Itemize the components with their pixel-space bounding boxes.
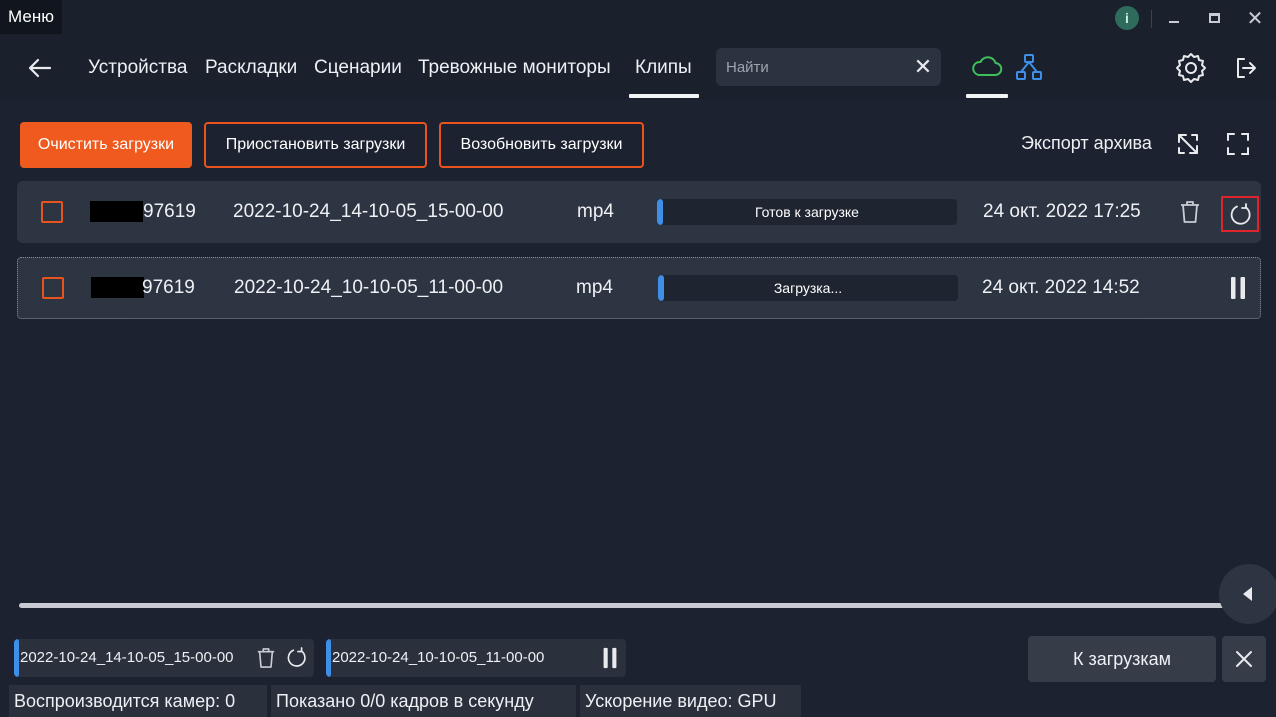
tab-clips[interactable]: Клипы [635, 56, 692, 80]
pause-downloads-button[interactable]: Приостановить загрузки [204, 122, 427, 168]
refresh-icon[interactable] [286, 647, 308, 669]
chip-clip-name: 2022-10-24_14-10-05_15-00-00 [20, 649, 234, 666]
clip-name: 2022-10-24_14-10-05_15-00-00 [233, 201, 504, 222]
fullscreen-icon[interactable] [1226, 132, 1250, 156]
progress-fill [657, 199, 663, 225]
menu-button[interactable]: Меню [0, 0, 62, 34]
tab-devices[interactable]: Устройства [88, 56, 187, 80]
window-controls-divider [1151, 10, 1152, 28]
clip-format: mp4 [577, 201, 614, 222]
clip-date: 24 окт. 2022 17:25 [983, 201, 1141, 222]
retry-highlight [1221, 196, 1259, 232]
download-chip[interactable]: 2022-10-24_14-10-05_15-00-00 [14, 639, 314, 677]
close-panel-button[interactable] [1222, 636, 1266, 682]
status-video-acceleration: Ускорение видео: GPU [580, 685, 801, 717]
clip-row[interactable]: 97619 2022-10-24_14-10-05_15-00-00 mp4 Г… [17, 181, 1261, 243]
status-cameras-playing: Воспроизводится камер: 0 [9, 685, 267, 717]
minimize-icon[interactable] [1162, 6, 1186, 30]
download-progress: Готов к загрузке [657, 199, 957, 225]
pause-icon[interactable] [602, 647, 618, 669]
timeline-scrollbar[interactable] [19, 603, 1229, 608]
network-topology-icon[interactable] [1014, 52, 1044, 82]
download-status: Готов к загрузке [755, 204, 859, 220]
export-archive-icon[interactable] [1176, 132, 1200, 156]
tab-scenarios[interactable]: Сценарии [314, 56, 402, 80]
clip-row[interactable]: 97619 2022-10-24_10-10-05_11-00-00 mp4 З… [17, 257, 1261, 319]
progress-fill [658, 275, 664, 301]
title-bar: Меню i ✕ [0, 0, 1276, 34]
trash-icon[interactable] [256, 647, 276, 669]
search-clear-icon[interactable]: ✕ [912, 56, 934, 78]
download-progress: Загрузка... [658, 275, 958, 301]
nav-bar: Устройства Раскладки Сценарии Тревожные … [0, 34, 1276, 100]
chip-clip-name: 2022-10-24_10-10-05_11-00-00 [332, 649, 545, 666]
logout-icon[interactable] [1232, 54, 1260, 82]
resume-downloads-button[interactable]: Возобновить загрузки [439, 122, 644, 168]
clip-checkbox[interactable] [41, 201, 63, 223]
clip-name: 2022-10-24_10-10-05_11-00-00 [234, 277, 504, 298]
trash-icon[interactable] [1179, 200, 1201, 224]
search-input[interactable] [716, 48, 941, 86]
back-arrow-icon[interactable] [26, 54, 54, 82]
export-archive-label[interactable]: Экспорт архива [1021, 133, 1152, 154]
refresh-icon[interactable] [1229, 203, 1253, 227]
close-window-icon[interactable]: ✕ [1243, 6, 1267, 30]
clip-checkbox[interactable] [42, 277, 64, 299]
cloud-active-indicator [966, 94, 1008, 98]
close-icon [1236, 651, 1252, 667]
active-tab-indicator [629, 94, 699, 98]
chevron-left-icon [1243, 587, 1252, 601]
gear-icon[interactable] [1174, 51, 1208, 85]
tab-alarm-monitors[interactable]: Тревожные мониторы [418, 56, 611, 80]
chip-progress-bar [326, 639, 331, 677]
camera-id: 97619 [142, 277, 195, 298]
download-status: Загрузка... [773, 280, 843, 296]
pause-icon[interactable] [1230, 276, 1246, 300]
info-icon[interactable]: i [1115, 6, 1139, 30]
chip-progress-bar [14, 639, 19, 677]
redacted-camera-prefix [90, 201, 143, 222]
cloud-icon[interactable] [970, 54, 1004, 80]
maximize-icon[interactable] [1202, 6, 1226, 30]
collapse-panel-button[interactable] [1219, 564, 1276, 624]
status-fps: Показано 0/0 кадров в секунду [271, 685, 576, 717]
clip-format: mp4 [576, 277, 613, 298]
download-chip[interactable]: 2022-10-24_10-10-05_11-00-00 [326, 639, 626, 677]
tab-layouts[interactable]: Раскладки [205, 56, 297, 80]
clip-date: 24 окт. 2022 14:52 [982, 277, 1140, 298]
clear-downloads-button[interactable]: Очистить загрузки [20, 122, 192, 168]
redacted-camera-prefix [91, 277, 144, 298]
camera-id: 97619 [143, 201, 196, 222]
to-downloads-button[interactable]: К загрузкам [1028, 636, 1216, 682]
